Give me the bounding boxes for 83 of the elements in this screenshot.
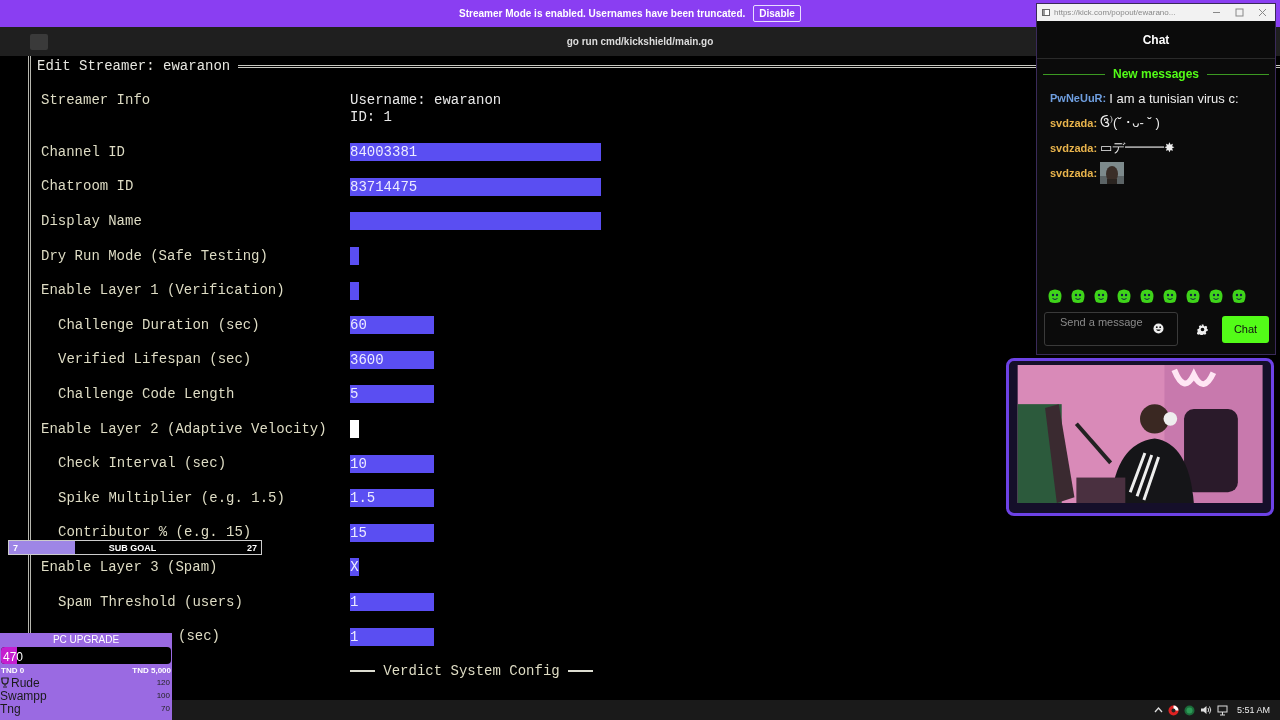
emote-icon	[1047, 288, 1063, 304]
section-heading: Verdict System Config	[383, 663, 560, 680]
field-label: Enable Layer 1 (Verification)	[40, 282, 286, 300]
donor-amount: 120	[156, 678, 170, 687]
number-field[interactable]: 1	[350, 627, 434, 646]
message-text: ઉ⁾(˘ ･ᴗ- ˘ )	[1100, 115, 1160, 131]
emote-icon	[1231, 288, 1247, 304]
chat-send-button[interactable]: Chat	[1222, 315, 1269, 343]
number-field[interactable]: 10	[350, 454, 434, 473]
terminal-icon	[30, 33, 48, 50]
field-label: Streamer Info	[40, 92, 152, 110]
emote-icon	[1185, 288, 1201, 304]
clock-time: 5:51 AM	[1236, 705, 1270, 715]
goal-max: TND 5,000	[132, 665, 171, 675]
number-field[interactable]: 1.5	[350, 489, 434, 508]
emoji-icon	[1153, 323, 1164, 334]
field-label: Chatroom ID	[40, 178, 135, 196]
chat-title: Chat	[1142, 32, 1170, 47]
number-field[interactable]: 1	[350, 593, 434, 611]
field-label: Dry Run Mode (Safe Testing)	[40, 247, 269, 265]
donor-name: Swampp	[0, 688, 47, 703]
donor-amount: 100	[156, 691, 170, 700]
goal-target: 27	[246, 542, 257, 553]
emote-icon	[1116, 288, 1132, 304]
page-icon	[1042, 9, 1050, 16]
emote-icon	[1093, 288, 1109, 304]
username[interactable]: svdzada:	[1050, 117, 1098, 129]
app-icon	[1167, 704, 1179, 716]
app-icon	[1183, 704, 1195, 716]
goal-current: 7	[13, 542, 18, 553]
number-field[interactable]: 5	[350, 385, 434, 404]
field-label: Channel ID	[40, 143, 126, 161]
field-label: Verified Lifespan (sec)	[57, 351, 253, 369]
number-field[interactable]: 60	[350, 316, 434, 335]
goal-title: PC UPGRADE	[51, 633, 121, 647]
donor-name: Tng	[0, 701, 21, 716]
donor-amount: 70	[161, 704, 170, 713]
checkbox[interactable]: X	[350, 558, 359, 577]
settings-icon	[1197, 323, 1208, 335]
number-field[interactable]: 3600	[350, 350, 434, 369]
text-field[interactable]: 84003381	[350, 143, 601, 162]
goal-title: SUB GOAL	[108, 542, 157, 553]
info-text: Username: ewaranon	[350, 92, 502, 109]
window-title: go run cmd/kickshield/main.go	[566, 36, 714, 47]
emote-icon	[1070, 288, 1086, 304]
username[interactable]: PwNeUuR:	[1050, 92, 1107, 104]
number-field[interactable]: 15	[350, 523, 434, 542]
field-label: (sec)	[178, 628, 221, 646]
field-label: Check Interval (sec)	[57, 455, 228, 473]
message-text: ▭デ━━━✸	[1100, 139, 1176, 157]
new-messages-divider: New messages	[1112, 67, 1200, 81]
field-label: Contributor % (e.g. 15)	[57, 524, 253, 542]
goal-min: TND 0	[1, 665, 25, 675]
info-text: ID: 1	[350, 109, 393, 126]
close-icon	[1258, 8, 1267, 17]
url-text: https://kick.com/popout/ewarano...	[1054, 8, 1177, 17]
banner-message: Streamer Mode is enabled. Usernames have been truncated.	[459, 8, 746, 19]
speaker-icon	[1199, 705, 1212, 715]
emote-icon	[1162, 288, 1178, 304]
disable-button[interactable]: Disable	[753, 5, 801, 22]
checkbox[interactable]	[350, 420, 359, 439]
text-field[interactable]: 83714475	[350, 177, 601, 196]
field-label: Enable Layer 2 (Adaptive Velocity)	[40, 420, 328, 438]
field-label: Display Name	[40, 213, 143, 230]
field-label: Challenge Code Length	[57, 385, 236, 403]
form-title: Edit Streamer: ewaranon	[36, 58, 232, 74]
field-label: Enable Layer 3 (Spam)	[40, 558, 219, 576]
chevron-up-icon	[1153, 707, 1163, 713]
username[interactable]: svdzada:	[1050, 167, 1098, 179]
emote-icon	[1139, 288, 1155, 304]
donor-name: Rude	[11, 675, 40, 690]
network-icon	[1216, 704, 1229, 716]
field-label: Spike Multiplier (e.g. 1.5)	[57, 489, 286, 507]
checkbox[interactable]	[350, 281, 359, 300]
username[interactable]: svdzada:	[1050, 142, 1098, 154]
emote-icon	[1208, 288, 1224, 304]
message-input[interactable]: Send a message	[1044, 312, 1178, 346]
field-label: Spam Threshold (users)	[57, 593, 244, 611]
field-label: Challenge Duration (sec)	[57, 316, 261, 334]
checkbox[interactable]	[350, 247, 359, 266]
message-text: I am a tunisian virus c:	[1109, 90, 1239, 106]
text-field[interactable]	[350, 212, 601, 231]
maximize-icon	[1235, 8, 1244, 17]
